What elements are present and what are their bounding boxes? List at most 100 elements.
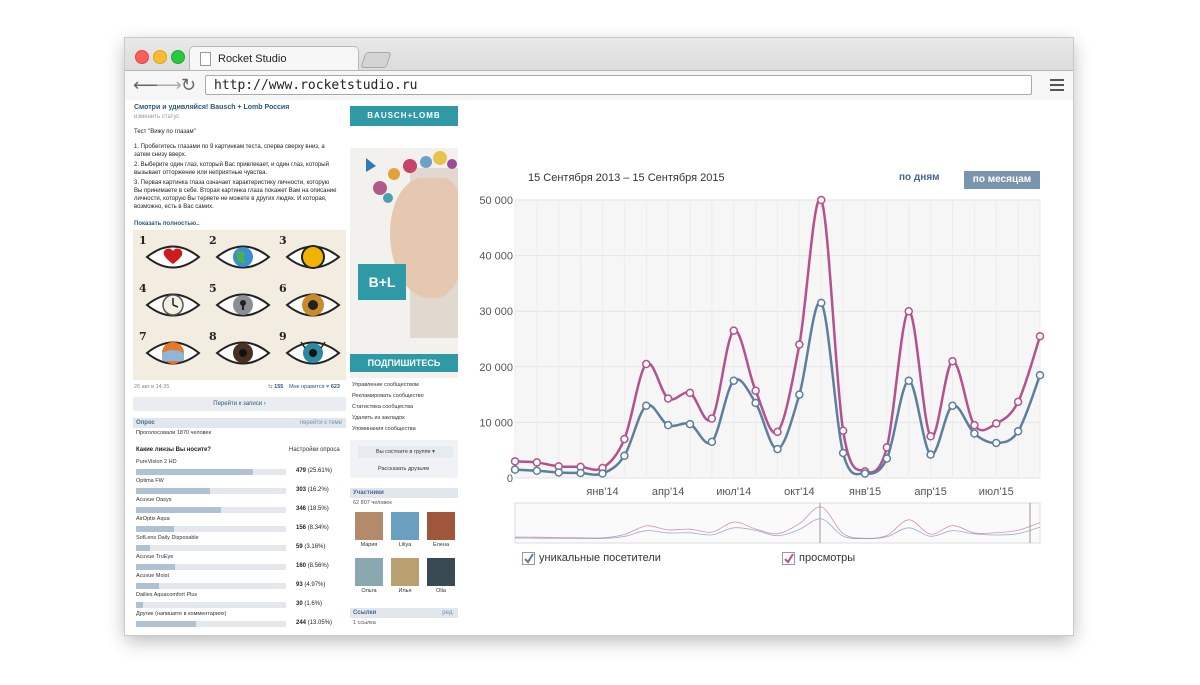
data-point — [1035, 370, 1045, 380]
maximize-window-button[interactable] — [171, 50, 185, 64]
member-card[interactable]: Liliya — [390, 512, 420, 550]
data-point — [838, 448, 848, 458]
data-point — [707, 414, 717, 423]
data-point — [620, 434, 629, 444]
community-mentions-link[interactable]: Упоминания сообщества — [352, 426, 416, 432]
subscribe-button[interactable]: ПОДПИШИТЕСЬ — [350, 354, 458, 372]
poll-option-count: 346 (18.5%) — [296, 506, 329, 512]
post-meta: 26 авг в 14:35 ⇆ 155 Мне нравится ♥ 623 — [134, 384, 344, 390]
data-point — [904, 306, 913, 316]
remove-bookmark-link[interactable]: Удалить из закладок — [352, 415, 405, 421]
data-point — [751, 386, 760, 395]
data-point — [970, 420, 979, 430]
show-more-link[interactable]: Показать полностью.. — [134, 221, 200, 227]
poll-voted-count: Проголосовали 1870 человек — [136, 430, 211, 436]
post-title[interactable]: Смотри и удивляйся! Bausch + Lomb Россия — [134, 104, 289, 111]
page-icon — [200, 52, 211, 66]
line-chart[interactable]: 0 10 000 20 000 30 000 40 000 50 000 янв'14 апр… — [465, 100, 1073, 560]
x-tick-label: янв'14 — [586, 486, 618, 498]
y-tick-label: 30 000 — [479, 306, 513, 318]
data-point — [532, 466, 542, 476]
member-card[interactable]: Ольга — [354, 558, 384, 596]
repost-count[interactable]: ⇆ 155 — [268, 384, 283, 390]
data-point — [904, 376, 913, 385]
community-stats-link[interactable]: Статистика сообщества — [352, 404, 413, 410]
poll-option-count: 30 (1.6%) — [296, 601, 323, 607]
in-group-dropdown[interactable]: Вы состоите в группе ▾ — [358, 446, 453, 458]
browser-window: Rocket Studio ⟵ ⟶ ↻ http://www.rocketstu… — [125, 38, 1073, 635]
forward-arrow-icon[interactable]: ⟶ — [156, 75, 182, 95]
manage-community-link[interactable]: Управление сообществом — [352, 382, 419, 388]
data-point — [1013, 397, 1023, 407]
minimize-window-button[interactable] — [153, 50, 167, 64]
like-button[interactable]: Мне нравится ♥ 623 — [289, 384, 340, 390]
poll-option-label: PureVision 2 HD — [136, 459, 177, 465]
poll-option-bar — [136, 564, 286, 570]
poll-option[interactable]: Другие (напишите в комментариях) 244 (13.… — [136, 611, 346, 633]
eye-drawing: 8 — [207, 330, 271, 374]
poll-option-bar — [136, 488, 286, 494]
data-point — [860, 469, 870, 478]
data-point — [663, 394, 673, 403]
poll-option-bar — [136, 526, 286, 532]
poll-option-bar — [136, 602, 286, 608]
poll-option-label: Dailies Aquacomfort Plus — [136, 592, 198, 598]
poll-header-label: Опрос — [136, 420, 155, 426]
data-point — [729, 376, 738, 385]
data-point — [926, 450, 935, 459]
go-to-post-button[interactable]: Перейти к записи › — [133, 397, 346, 411]
poll-option-label: Другие (напишите в комментариях) — [136, 611, 227, 617]
member-name: Ольга — [361, 588, 377, 594]
heart-icon: ♥ — [326, 384, 330, 390]
data-point — [882, 454, 892, 463]
member-card[interactable]: Илья — [390, 558, 420, 596]
poll-settings-link[interactable]: Настройки опроса — [289, 447, 340, 453]
ad-logo: B+L — [358, 264, 406, 300]
eyes-test-image[interactable]: 1 2 3 4 5 6 7 8 9 — [133, 230, 346, 380]
close-window-button[interactable] — [135, 50, 149, 64]
post-status-link[interactable]: изменить статус — [134, 114, 179, 120]
avatar — [355, 558, 383, 586]
advertise-community-link[interactable]: Рекламировать сообщество — [352, 393, 424, 399]
member-name: Илья — [398, 588, 412, 594]
post-paragraph: 1. Пробегитесь глазами по 9 картинкам те… — [134, 144, 325, 158]
post-date[interactable]: 26 авг в 14:35 — [134, 384, 169, 390]
x-tick-label: окт'14 — [784, 486, 814, 498]
data-point — [926, 432, 935, 441]
poll-topic-link[interactable]: перейти к теме — [300, 418, 342, 428]
data-point — [795, 340, 804, 349]
back-arrow-icon[interactable]: ⟵ — [133, 75, 159, 95]
y-tick-label: 50 000 — [479, 195, 513, 207]
poll-option-count: 303 (16.2%) — [296, 487, 329, 493]
edit-links-link[interactable]: ред. — [442, 608, 454, 618]
menu-icon[interactable] — [1050, 79, 1064, 91]
post-test-name: Тест "Вижу по глазам" — [134, 129, 196, 135]
avatar — [355, 512, 383, 540]
checkbox-checked-icon[interactable] — [522, 552, 535, 565]
poll-option-label: Optima FW — [136, 478, 164, 484]
poll-option-bar — [136, 545, 286, 551]
ad-banner[interactable]: B+L ПОДПИШИТЕСЬ — [350, 148, 458, 378]
overview-navigator[interactable] — [514, 502, 1041, 544]
address-bar[interactable]: http://www.rocketstudio.ru — [205, 75, 1032, 95]
poll-option-count: 156 (8.34%) — [296, 525, 329, 531]
members-header[interactable]: Участники — [350, 488, 458, 498]
browser-tab[interactable]: Rocket Studio — [189, 46, 359, 71]
member-card[interactable]: Olia — [426, 558, 456, 596]
eye-drawing: 4 — [137, 282, 201, 326]
reload-icon[interactable]: ↻ — [181, 75, 196, 95]
poll-option-label: Acuvue TruEye — [136, 554, 174, 560]
data-point — [992, 419, 1001, 428]
member-card[interactable]: Елена — [426, 512, 456, 550]
poll-option-count: 160 (8.56%) — [296, 563, 329, 569]
tell-friends-link[interactable]: Рассказать друзьям — [378, 466, 429, 472]
poll-option-count: 93 (4.97%) — [296, 582, 326, 588]
wall-post: Смотри и удивляйся! Bausch + Lomb Россия… — [131, 100, 346, 635]
members-count: 62 807 человек — [353, 500, 392, 506]
checkbox-checked-icon[interactable] — [782, 552, 795, 565]
new-tab-button[interactable] — [360, 52, 392, 68]
poll-option-count: 59 (3.16%) — [296, 544, 326, 550]
member-card[interactable]: Мария — [354, 512, 384, 550]
data-point — [598, 469, 607, 478]
links-header[interactable]: Ссылки ред. — [350, 608, 458, 618]
